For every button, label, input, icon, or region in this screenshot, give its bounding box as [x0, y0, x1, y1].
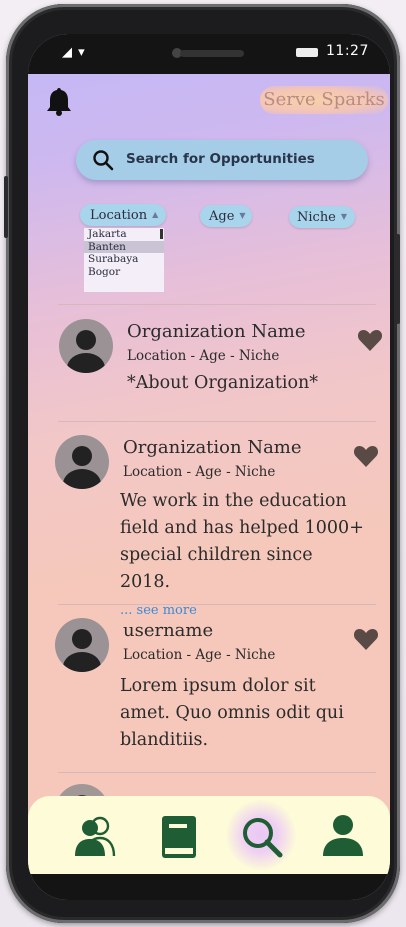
search-placeholder: Search for Opportunities — [126, 151, 315, 167]
avatar — [55, 435, 109, 489]
status-bar: ◢ ▾ 11:27 — [28, 34, 390, 74]
signal-icon: ◢ ▾ — [62, 45, 86, 60]
user-description: Lorem ipsum dolor sit amet. Quo omnis od… — [120, 676, 344, 750]
avatar — [59, 319, 113, 373]
user-meta: Location - Age - Niche — [123, 647, 276, 663]
organization-meta: Location - Age - Niche — [123, 464, 276, 480]
organization-card[interactable]: Organization Name Location - Age - Niche… — [28, 316, 390, 416]
heart-icon[interactable] — [353, 627, 379, 651]
volume-button — [4, 176, 8, 238]
screen: ◢ ▾ 11:27 Serve Sparks Search for Opport… — [28, 34, 390, 900]
dropdown-option[interactable]: Surabaya — [84, 253, 164, 266]
dropdown-option[interactable]: Bogor — [84, 266, 164, 279]
user-card[interactable]: username Location - Age - Niche Lorem ip… — [28, 616, 390, 766]
speaker-notch — [180, 50, 244, 57]
organization-name: Organization Name — [123, 437, 302, 458]
search-icon — [93, 150, 114, 171]
description-text: We work in the education field and has h… — [120, 491, 364, 592]
phone-frame: ◢ ▾ 11:27 Serve Sparks Search for Opport… — [4, 4, 400, 923]
dropdown-option[interactable]: Jakarta — [84, 228, 164, 241]
heart-icon[interactable] — [357, 328, 383, 352]
bell-icon[interactable] — [46, 86, 72, 116]
book-icon[interactable] — [156, 814, 202, 860]
organization-meta: Location - Age - Niche — [127, 348, 280, 364]
dropdown-scrollbar[interactable] — [160, 229, 163, 239]
search-bar[interactable]: Search for Opportunities — [76, 140, 368, 180]
divider — [58, 304, 376, 305]
people-icon[interactable] — [72, 814, 118, 860]
heart-icon[interactable] — [353, 444, 379, 468]
location-filter-label: Location — [90, 207, 148, 223]
power-button — [396, 234, 400, 324]
chevron-up-icon: ▲ — [152, 210, 159, 219]
niche-filter[interactable]: Niche ▼ — [289, 206, 355, 228]
location-dropdown[interactable]: Jakarta Banten Surabaya Bogor — [84, 228, 164, 292]
niche-filter-label: Niche — [297, 209, 336, 225]
bottom-nav — [28, 796, 390, 874]
age-filter-label: Age — [209, 208, 235, 224]
brand-logo: Serve Sparks — [260, 86, 388, 114]
battery-icon — [296, 48, 318, 57]
bottom-bezel — [28, 874, 390, 900]
search-icon[interactable] — [239, 814, 285, 860]
divider — [58, 604, 376, 605]
username: username — [123, 620, 214, 641]
profile-icon[interactable] — [320, 814, 366, 860]
avatar — [55, 618, 109, 672]
organization-name: Organization Name — [127, 321, 306, 342]
status-time: 11:27 — [326, 43, 369, 59]
organization-description: *About Organization* — [127, 373, 319, 393]
divider — [58, 421, 376, 422]
dropdown-option-selected[interactable]: Banten — [84, 240, 164, 253]
chevron-down-icon: ▼ — [340, 212, 348, 221]
divider — [58, 772, 376, 773]
location-filter[interactable]: Location ▲ — [80, 204, 166, 226]
age-filter[interactable]: Age ▼ — [200, 205, 252, 227]
chevron-down-icon: ▼ — [239, 211, 246, 220]
organization-card[interactable]: Organization Name Location - Age - Niche… — [28, 431, 390, 618]
